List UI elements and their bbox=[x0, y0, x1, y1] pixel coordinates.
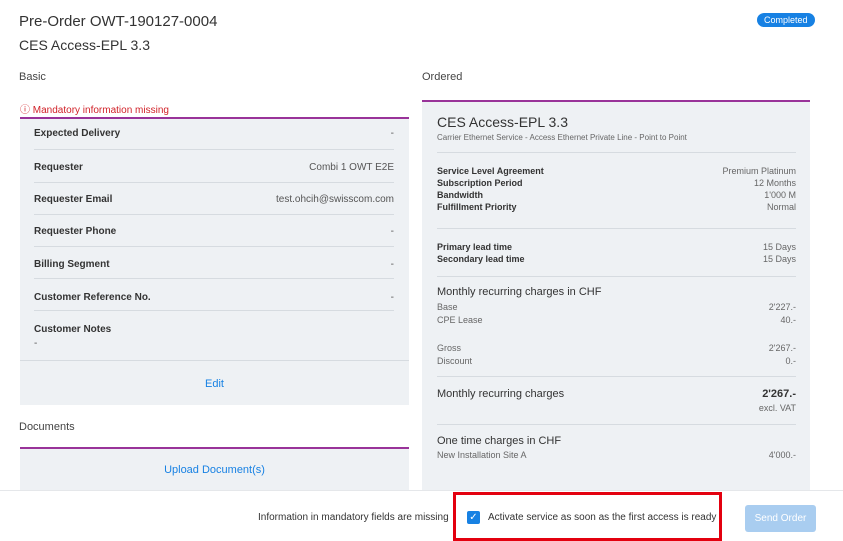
divider bbox=[437, 376, 796, 377]
mrc-total-value: 2'267.- bbox=[762, 388, 796, 400]
charge-label: Gross bbox=[437, 343, 462, 353]
row-value: - bbox=[390, 128, 394, 139]
basic-heading: Basic bbox=[19, 71, 46, 83]
row-label: Customer Reference No. bbox=[34, 292, 151, 303]
mrc-total-label: Monthly recurring charges bbox=[437, 388, 565, 400]
mrc-base: Base 2'227.- bbox=[437, 302, 796, 312]
otc-installation: New Installation Site A 4'000.- bbox=[437, 450, 796, 460]
product-title: CES Access-EPL 3.3 bbox=[437, 114, 568, 130]
divider bbox=[437, 276, 796, 277]
ordered-divider bbox=[422, 100, 810, 102]
lead-value: 15 Days bbox=[762, 254, 796, 264]
row-billing-segment: Billing Segment - bbox=[34, 247, 394, 279]
otc-heading: One time charges in CHF bbox=[437, 435, 562, 447]
detail-value: Normal bbox=[766, 202, 796, 212]
lead-primary: Primary lead time 15 Days bbox=[437, 242, 796, 252]
row-label: Requester Email bbox=[34, 194, 113, 205]
detail-label: Bandwidth bbox=[437, 190, 483, 200]
mrc-gross: Gross 2'267.- bbox=[437, 343, 796, 353]
upload-document-button[interactable]: Upload Document(s) bbox=[20, 450, 409, 488]
row-value: - bbox=[390, 292, 394, 303]
mrc-discount: Discount 0.- bbox=[437, 356, 796, 366]
mrc-total-note: excl. VAT bbox=[758, 403, 796, 413]
detail-sla: Service Level Agreement Premium Platinum bbox=[437, 166, 796, 176]
row-value: Combi 1 OWT E2E bbox=[309, 162, 394, 173]
row-requester-phone: Requester Phone - bbox=[34, 215, 394, 247]
row-value: test.ohcih@swisscom.com bbox=[276, 194, 394, 205]
customer-notes-label: Customer Notes bbox=[34, 324, 112, 335]
row-label: Expected Delivery bbox=[34, 128, 121, 139]
status-badge: Completed bbox=[757, 13, 815, 27]
row-label: Requester Phone bbox=[34, 226, 117, 237]
row-requester: Requester Combi 1 OWT E2E bbox=[34, 150, 394, 183]
page-subtitle: CES Access-EPL 3.3 bbox=[19, 37, 150, 53]
row-value: - bbox=[390, 226, 394, 237]
row-expected-delivery: Expected Delivery - bbox=[34, 118, 394, 150]
lead-secondary: Secondary lead time 15 Days bbox=[437, 254, 796, 264]
ordered-heading: Ordered bbox=[422, 71, 463, 83]
activate-checkbox[interactable]: ✓ bbox=[467, 511, 480, 524]
charge-value: 0.- bbox=[785, 356, 796, 366]
detail-value: 1'000 M bbox=[764, 190, 796, 200]
activate-label[interactable]: Activate service as soon as the first ac… bbox=[488, 512, 716, 523]
charge-label: CPE Lease bbox=[437, 315, 483, 325]
row-label: Requester bbox=[34, 162, 83, 173]
charge-value: 2'267.- bbox=[768, 343, 796, 353]
charge-label: New Installation Site A bbox=[437, 450, 527, 460]
row-value: - bbox=[390, 259, 394, 270]
missing-fields-text: Information in mandatory fields are miss… bbox=[258, 512, 449, 523]
documents-heading: Documents bbox=[19, 421, 75, 433]
charge-value: 2'227.- bbox=[768, 302, 796, 312]
detail-priority: Fulfillment Priority Normal bbox=[437, 202, 796, 212]
lead-label: Secondary lead time bbox=[437, 254, 525, 264]
lead-value: 15 Days bbox=[762, 242, 796, 252]
customer-notes-value: - bbox=[34, 338, 38, 349]
divider bbox=[437, 228, 796, 229]
divider bbox=[437, 152, 796, 153]
row-label: Billing Segment bbox=[34, 259, 110, 270]
charge-value: 4'000.- bbox=[768, 450, 796, 460]
row-customer-reference: Customer Reference No. - bbox=[34, 279, 394, 311]
mrc-heading: Monthly recurring charges in CHF bbox=[437, 286, 602, 298]
edit-button[interactable]: Edit bbox=[20, 360, 409, 405]
charge-value: 40.- bbox=[780, 315, 796, 325]
row-requester-email: Requester Email test.ohcih@swisscom.com bbox=[34, 183, 394, 215]
charge-label: Base bbox=[437, 302, 458, 312]
detail-label: Service Level Agreement bbox=[437, 166, 544, 176]
page-title: Pre-Order OWT-190127-0004 bbox=[19, 13, 218, 30]
detail-bandwidth: Bandwidth 1'000 M bbox=[437, 190, 796, 200]
detail-label: Subscription Period bbox=[437, 178, 523, 188]
product-description: Carrier Ethernet Service - Access Ethern… bbox=[437, 133, 687, 142]
charge-label: Discount bbox=[437, 356, 473, 366]
mrc-cpe-lease: CPE Lease 40.- bbox=[437, 315, 796, 325]
send-order-button[interactable]: Send Order bbox=[745, 505, 816, 532]
divider bbox=[437, 424, 796, 425]
detail-subscription: Subscription Period 12 Months bbox=[437, 178, 796, 188]
lead-label: Primary lead time bbox=[437, 242, 513, 252]
check-icon: ✓ bbox=[469, 512, 478, 523]
detail-label: Fulfillment Priority bbox=[437, 202, 517, 212]
documents-divider bbox=[20, 447, 409, 449]
detail-value: Premium Platinum bbox=[722, 166, 796, 176]
mandatory-error: ⓘ Mandatory information missing bbox=[20, 105, 169, 116]
detail-value: 12 Months bbox=[753, 178, 796, 188]
